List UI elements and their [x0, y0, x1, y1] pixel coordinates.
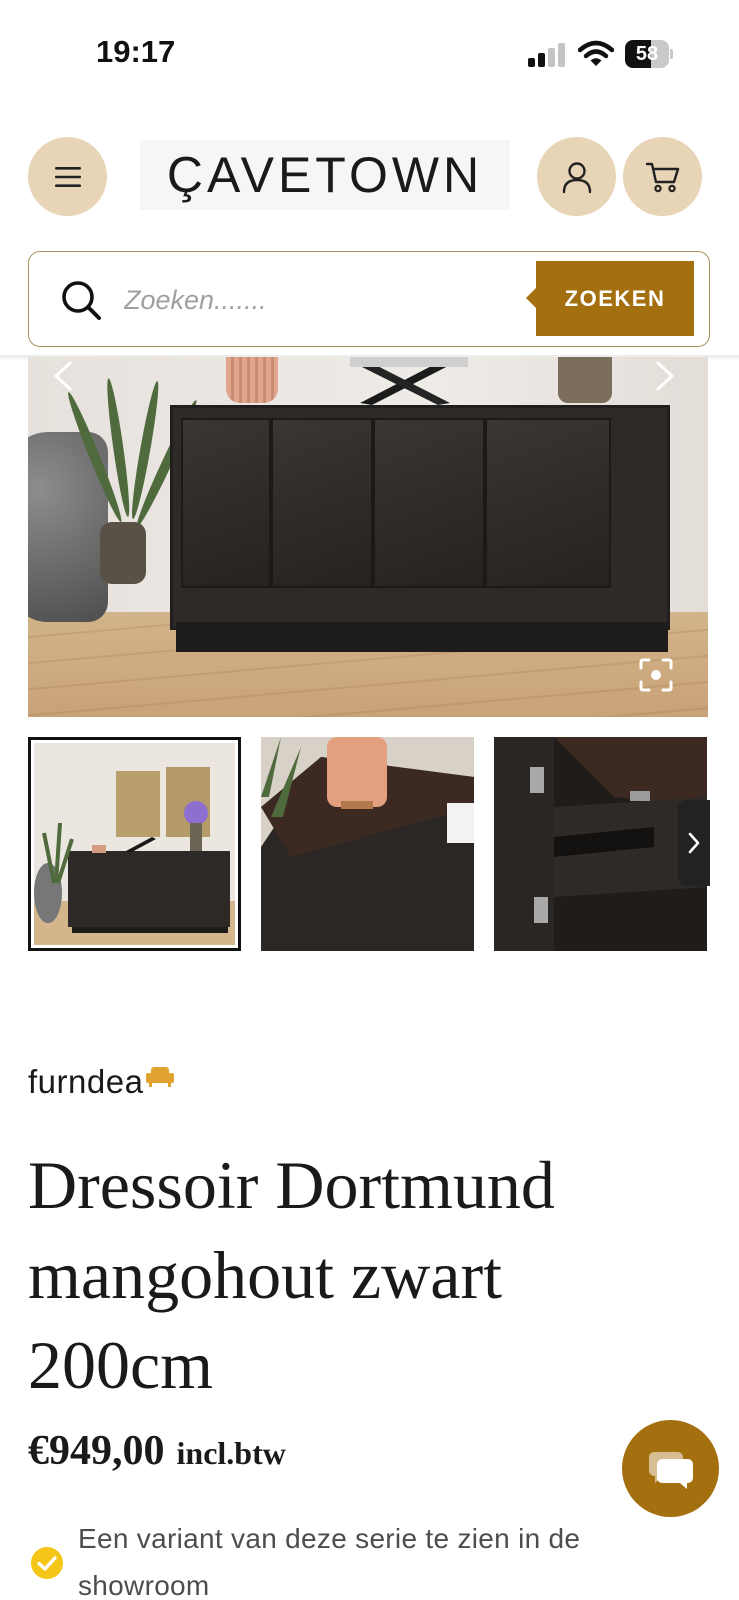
sideboard-image	[170, 405, 670, 630]
vat-label: incl.btw	[176, 1435, 286, 1471]
hamburger-menu-icon	[54, 166, 81, 187]
product-price: €949,00	[28, 1428, 165, 1474]
price-row: €949,00 incl.btw	[28, 1427, 286, 1475]
status-bar: 19:17 58	[0, 0, 739, 100]
book-stand-image	[350, 357, 468, 405]
thumbnail-1-image	[34, 743, 235, 945]
battery-level: 58	[635, 43, 659, 65]
wifi-icon	[578, 40, 614, 66]
thumbnails-next-button[interactable]	[678, 800, 710, 886]
cellular-signal-icon	[528, 43, 565, 67]
zoom-icon[interactable]	[638, 657, 674, 693]
feature-text: Een variant van deze serie te zien in de…	[78, 1523, 581, 1600]
thumbnail-2-image	[261, 737, 474, 951]
image-next-icon[interactable]	[646, 359, 680, 393]
menu-button[interactable]	[28, 137, 107, 216]
cart-button[interactable]	[623, 137, 702, 216]
showroom-feature: Een variant van deze serie te zien in de…	[28, 1515, 708, 1600]
chevron-right-icon	[688, 832, 700, 854]
battery-icon: 58	[625, 40, 673, 68]
sofa-icon	[146, 1067, 175, 1087]
search-icon[interactable]	[59, 278, 103, 322]
status-time: 19:17	[96, 34, 176, 69]
image-previous-icon[interactable]	[48, 359, 82, 393]
check-circle-icon	[31, 1547, 63, 1579]
brand-name: furndea	[28, 1063, 144, 1100]
brand-logo[interactable]: furndea	[28, 1062, 175, 1102]
thumbnail-2[interactable]	[261, 737, 474, 951]
chat-button[interactable]	[622, 1420, 719, 1517]
product-main-image[interactable]	[28, 357, 708, 717]
product-title: Dressoir Dortmund mangohout zwart 200cm	[28, 1147, 555, 1403]
thumbnail-3-image	[494, 737, 707, 951]
shopping-cart-icon	[645, 162, 679, 192]
thumbnail-3[interactable]	[494, 737, 707, 951]
search-bar: ZOEKEN	[28, 251, 710, 347]
search-input[interactable]	[124, 272, 514, 328]
chat-icon	[648, 1451, 693, 1489]
search-button[interactable]: ZOEKEN	[526, 261, 694, 336]
account-button[interactable]	[537, 137, 616, 216]
thumbnail-1[interactable]	[28, 737, 241, 951]
user-icon	[562, 161, 591, 193]
site-logo[interactable]: ÇAVETOWN	[140, 140, 510, 210]
